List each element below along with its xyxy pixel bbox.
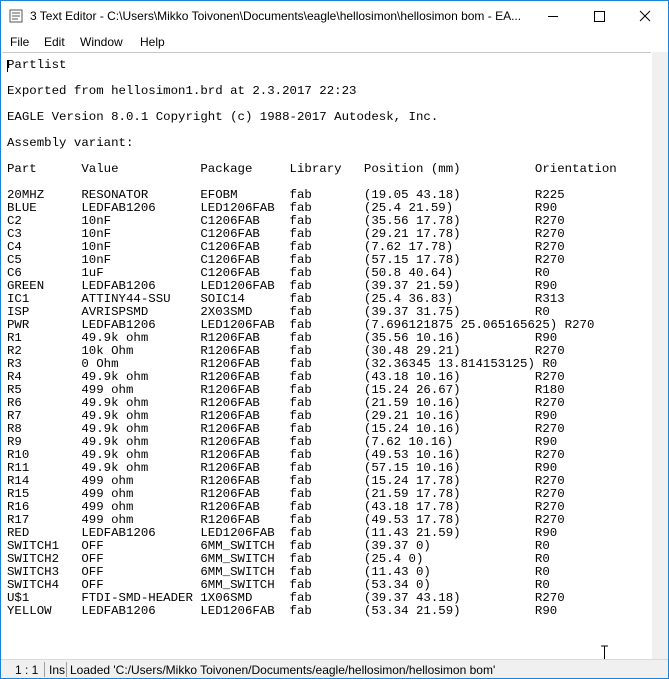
text-line: Partlist	[7, 58, 67, 72]
text-line: Part Value Package Library Position (mm)…	[7, 162, 617, 176]
text-line: Exported from hellosimon1.brd at 2.3.201…	[7, 84, 357, 98]
maximize-icon	[594, 11, 605, 22]
text-editor-window: 3 Text Editor - C:\Users\Mikko Toivonen\…	[0, 0, 669, 679]
status-separator	[66, 662, 67, 677]
close-button[interactable]	[622, 1, 668, 32]
text-line: EAGLE Version 8.0.1 Copyright (c) 1988-2…	[7, 110, 439, 124]
status-bar: 1 : 1 Ins Loaded 'C:/Users/Mikko Toivone…	[1, 659, 668, 678]
title-bar[interactable]: 3 Text Editor - C:\Users\Mikko Toivonen\…	[1, 1, 668, 32]
text-editor-icon	[9, 9, 23, 23]
close-icon	[639, 10, 651, 22]
minimize-icon	[548, 16, 558, 17]
maximize-button[interactable]	[576, 1, 622, 32]
status-separator	[44, 662, 45, 677]
menu-help[interactable]: Help	[140, 35, 165, 49]
menu-edit[interactable]: Edit	[44, 35, 65, 49]
menu-window[interactable]: Window	[80, 35, 123, 49]
vertical-scrollbar[interactable]	[652, 52, 668, 659]
insert-mode: Ins	[49, 663, 66, 677]
text-line: YELLOW LEDFAB1206 LED1206FAB fab (53.34 …	[7, 604, 558, 618]
window-title: 3 Text Editor - C:\Users\Mikko Toivonen\…	[30, 9, 522, 23]
minimize-button[interactable]	[530, 1, 576, 32]
cursor-position: 1 : 1	[15, 663, 39, 677]
menu-file[interactable]: File	[10, 35, 29, 49]
menu-bar: File Edit Window Help	[1, 32, 668, 52]
text-editor-area[interactable]: Partlist Exported from hellosimon1.brd at…	[2, 52, 651, 662]
text-line: Assembly variant:	[7, 136, 134, 150]
status-message: Loaded 'C:/Users/Mikko Toivonen/Document…	[70, 663, 496, 677]
